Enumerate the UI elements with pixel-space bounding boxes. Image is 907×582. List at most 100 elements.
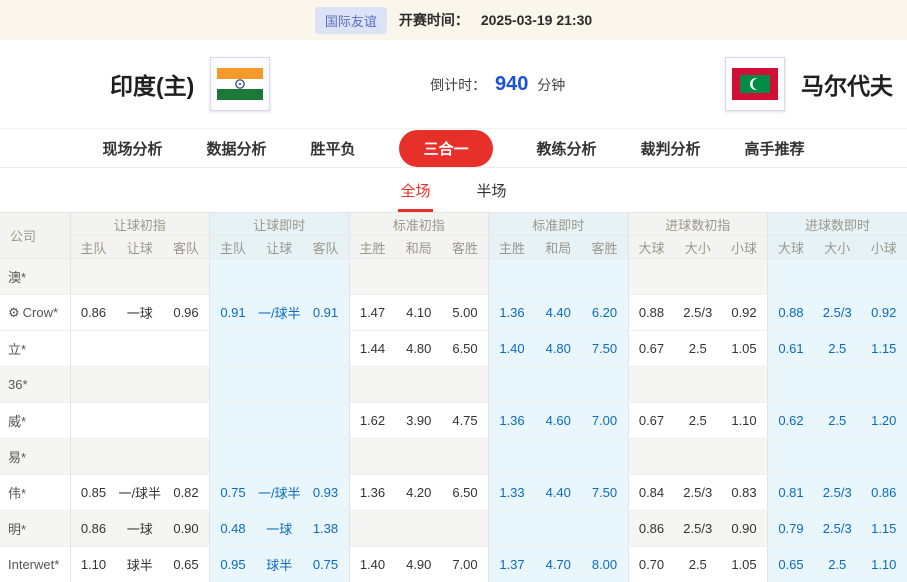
odds-cell[interactable]: 0.93: [303, 475, 350, 511]
odds-cell[interactable]: 4.40: [535, 475, 582, 511]
odds-cell[interactable]: 1.15: [861, 331, 907, 367]
odds-cell[interactable]: 6.20: [582, 295, 629, 331]
odds-cell[interactable]: 0.92: [721, 295, 768, 331]
odds-cell[interactable]: 0.95: [210, 547, 257, 582]
odds-cell[interactable]: 一球: [256, 511, 303, 547]
company-cell[interactable]: 立*: [0, 331, 70, 367]
odds-cell[interactable]: 球半: [256, 547, 303, 582]
odds-cell[interactable]: 1.62: [349, 403, 396, 439]
company-cell[interactable]: Interwet*: [0, 547, 70, 582]
odds-cell[interactable]: 1.15: [861, 511, 907, 547]
odds-cell[interactable]: 6.50: [442, 331, 489, 367]
odds-cell[interactable]: 2.5/3: [814, 295, 861, 331]
nav-tab-5[interactable]: 裁判分析: [641, 138, 701, 159]
odds-cell[interactable]: 1.10: [861, 547, 907, 582]
company-cell[interactable]: ⚙Crow*: [0, 295, 70, 331]
odds-cell[interactable]: 1.10: [721, 403, 768, 439]
odds-cell[interactable]: 4.40: [535, 295, 582, 331]
odds-cell[interactable]: 2.5: [814, 403, 861, 439]
odds-cell[interactable]: 4.10: [396, 295, 443, 331]
odds-cell[interactable]: 1.36: [489, 295, 536, 331]
odds-cell[interactable]: 0.81: [768, 475, 815, 511]
odds-cell[interactable]: 4.70: [535, 547, 582, 582]
odds-cell[interactable]: 3.90: [396, 403, 443, 439]
odds-cell[interactable]: 6.50: [442, 475, 489, 511]
odds-cell[interactable]: 0.67: [628, 331, 675, 367]
odds-cell[interactable]: 1.33: [489, 475, 536, 511]
odds-cell[interactable]: 0.67: [628, 403, 675, 439]
odds-cell[interactable]: 一球: [117, 511, 164, 547]
odds-cell[interactable]: 1.05: [721, 547, 768, 582]
odds-cell[interactable]: 1.36: [489, 403, 536, 439]
nav-tab-4[interactable]: 教练分析: [537, 138, 597, 159]
odds-cell[interactable]: 0.83: [721, 475, 768, 511]
odds-cell[interactable]: 7.00: [582, 403, 629, 439]
odds-cell[interactable]: 1.40: [489, 331, 536, 367]
odds-cell[interactable]: 1.40: [349, 547, 396, 582]
odds-cell[interactable]: 4.60: [535, 403, 582, 439]
odds-cell[interactable]: 0.70: [628, 547, 675, 582]
odds-cell[interactable]: 1.37: [489, 547, 536, 582]
odds-cell[interactable]: 1.47: [349, 295, 396, 331]
company-cell[interactable]: 明*: [0, 511, 70, 547]
odds-cell[interactable]: 4.75: [442, 403, 489, 439]
odds-cell[interactable]: 4.80: [535, 331, 582, 367]
nav-tab-3[interactable]: 三合一: [399, 130, 492, 167]
odds-cell[interactable]: 0.91: [303, 295, 350, 331]
nav-tab-0[interactable]: 现场分析: [102, 138, 162, 159]
company-cell[interactable]: 36*: [0, 367, 70, 403]
odds-cell[interactable]: 0.75: [303, 547, 350, 582]
odds-cell[interactable]: 0.82: [163, 475, 210, 511]
sub-tab-1[interactable]: 半场: [475, 169, 509, 212]
odds-cell[interactable]: 2.5/3: [814, 475, 861, 511]
odds-cell[interactable]: 0.88: [628, 295, 675, 331]
odds-cell[interactable]: 0.88: [768, 295, 815, 331]
odds-cell[interactable]: 1.44: [349, 331, 396, 367]
odds-cell[interactable]: 0.90: [163, 511, 210, 547]
odds-cell[interactable]: 4.80: [396, 331, 443, 367]
nav-tab-1[interactable]: 数据分析: [206, 138, 266, 159]
odds-cell[interactable]: 一球: [117, 295, 164, 331]
odds-cell[interactable]: 7.50: [582, 331, 629, 367]
company-cell[interactable]: 澳*: [0, 259, 70, 295]
odds-cell[interactable]: 0.85: [70, 475, 117, 511]
odds-cell[interactable]: 7.00: [442, 547, 489, 582]
odds-cell[interactable]: 1.05: [721, 331, 768, 367]
odds-cell[interactable]: 0.96: [163, 295, 210, 331]
company-cell[interactable]: 易*: [0, 439, 70, 475]
odds-cell[interactable]: 0.91: [210, 295, 257, 331]
odds-cell[interactable]: 2.5/3: [814, 511, 861, 547]
odds-cell[interactable]: 0.86: [861, 475, 907, 511]
odds-cell[interactable]: 0.61: [768, 331, 815, 367]
odds-cell[interactable]: 0.75: [210, 475, 257, 511]
odds-cell[interactable]: 1.36: [349, 475, 396, 511]
odds-cell[interactable]: 2.5/3: [675, 295, 722, 331]
odds-cell[interactable]: 一/球半: [117, 475, 164, 511]
odds-cell[interactable]: 2.5: [675, 547, 722, 582]
odds-cell[interactable]: 8.00: [582, 547, 629, 582]
odds-cell[interactable]: 2.5: [675, 403, 722, 439]
odds-cell[interactable]: 1.38: [303, 511, 350, 547]
nav-tab-6[interactable]: 高手推荐: [745, 138, 805, 159]
odds-cell[interactable]: 0.48: [210, 511, 257, 547]
company-cell[interactable]: 威*: [0, 403, 70, 439]
odds-cell[interactable]: 2.5/3: [675, 475, 722, 511]
odds-cell[interactable]: 0.86: [70, 295, 117, 331]
odds-cell[interactable]: 0.62: [768, 403, 815, 439]
company-cell[interactable]: 伟*: [0, 475, 70, 511]
odds-cell[interactable]: 7.50: [582, 475, 629, 511]
odds-cell[interactable]: 0.79: [768, 511, 815, 547]
odds-cell[interactable]: 0.65: [163, 547, 210, 582]
odds-cell[interactable]: 4.90: [396, 547, 443, 582]
odds-cell[interactable]: 2.5: [675, 331, 722, 367]
nav-tab-2[interactable]: 胜平负: [310, 138, 355, 159]
odds-cell[interactable]: 2.5/3: [675, 511, 722, 547]
odds-cell[interactable]: 4.20: [396, 475, 443, 511]
odds-cell[interactable]: 0.86: [70, 511, 117, 547]
odds-cell[interactable]: 2.5: [814, 547, 861, 582]
odds-cell[interactable]: 0.86: [628, 511, 675, 547]
odds-cell[interactable]: 2.5: [814, 331, 861, 367]
odds-cell[interactable]: 一/球半: [256, 475, 303, 511]
odds-cell[interactable]: 球半: [117, 547, 164, 582]
odds-cell[interactable]: 0.84: [628, 475, 675, 511]
